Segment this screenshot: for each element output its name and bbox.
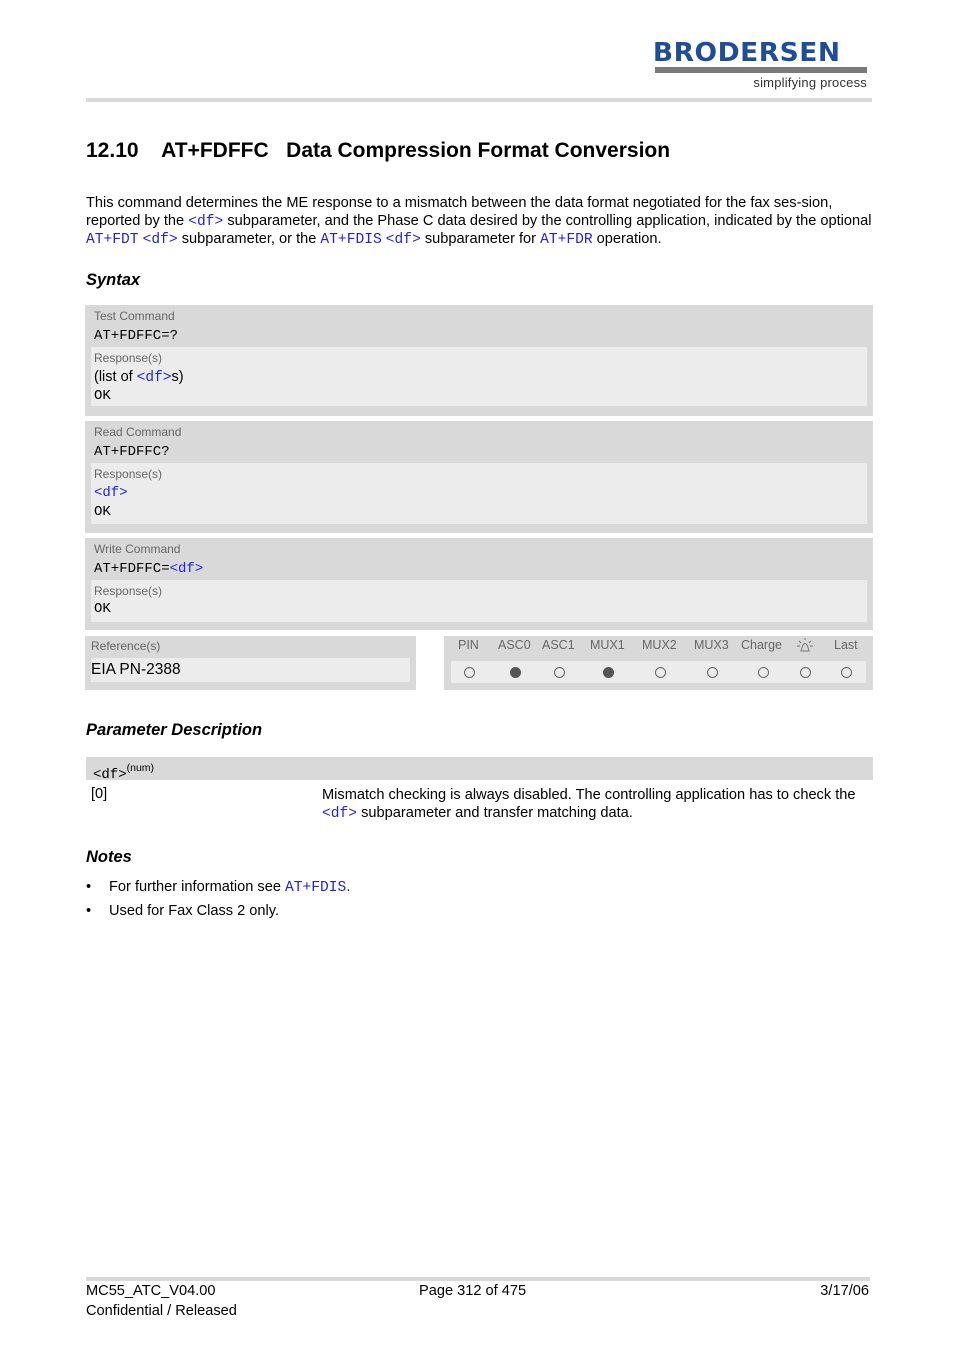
bullet: •	[86, 879, 92, 895]
read-command-box: Read Command AT+FDFFC? Response(s) <df> …	[85, 421, 873, 533]
alarm-clock-icon	[795, 637, 815, 657]
response-text: (list of	[94, 369, 137, 385]
header-pin: PIN	[458, 638, 479, 652]
header-mux1: MUX1	[590, 638, 625, 652]
df-link[interactable]: <df>	[94, 485, 128, 501]
availability-dot-alarm	[799, 667, 811, 678]
header-mux3: MUX3	[694, 638, 729, 652]
footer-date: 3/17/06	[820, 1283, 869, 1299]
availability-dot-mux1	[602, 667, 614, 678]
df-link[interactable]: <df>	[137, 370, 172, 386]
brodersen-logo: BRODERSEN simplifying process	[652, 38, 867, 90]
section-number: 12.10	[86, 139, 139, 162]
intro-text: subparameter for	[420, 231, 541, 247]
df-link[interactable]: <df>	[143, 232, 178, 248]
section-name: Data Compression Format Conversion	[286, 139, 671, 162]
header-asc0: ASC0	[498, 638, 531, 652]
description-text: Mismatch checking is always disabled. Th…	[322, 787, 856, 803]
write-command-box: Write Command AT+FDFFC=<df> Response(s) …	[85, 538, 873, 630]
bullet: •	[86, 903, 92, 919]
parameter-type: (num)	[126, 762, 155, 774]
note-text: .	[346, 879, 351, 895]
df-link[interactable]: <df>	[322, 806, 357, 822]
availability-dot-mux2	[654, 667, 666, 678]
response-label: Response(s)	[94, 351, 163, 365]
df-link[interactable]: <df>	[386, 232, 421, 248]
response-label: Response(s)	[94, 584, 163, 598]
response-label: Response(s)	[94, 467, 163, 481]
test-command-box: Test Command AT+FDFFC=? Response(s) (lis…	[85, 305, 873, 416]
write-response-box: Response(s) OK	[91, 580, 867, 622]
parameter-header: <df>(num)	[86, 757, 873, 783]
df-link[interactable]: <df>	[170, 561, 204, 577]
df-link[interactable]: <df>	[188, 214, 223, 230]
response-ok: OK	[94, 388, 111, 404]
test-command: AT+FDFFC=?	[94, 328, 179, 344]
test-response-line: (list of <df>s)	[94, 367, 864, 387]
intro-text: subparameter, or the	[177, 231, 321, 247]
parameter-description-heading: Parameter Description	[86, 721, 263, 739]
note-item: • For further information see AT+FDIS.	[86, 879, 350, 896]
response-ok: OK	[94, 504, 111, 520]
availability-dot-asc1	[553, 667, 565, 678]
intro-paragraph: This command determines the ME response …	[86, 195, 872, 250]
read-response-box: Response(s) <df> OK	[91, 463, 867, 524]
header-divider	[86, 98, 872, 102]
header-charge: Charge	[741, 638, 782, 652]
test-response-box: Response(s) (list of <df>s) OK	[91, 347, 867, 406]
availability-dot-pin	[463, 667, 475, 678]
footer-divider	[86, 1277, 870, 1281]
header-last: Last	[834, 638, 858, 652]
intro-text: operation.	[592, 231, 662, 247]
header-mux2: MUX2	[642, 638, 677, 652]
availability-dot-last	[840, 667, 852, 678]
response-text: s)	[171, 369, 184, 385]
intro-text: subparameter, and the Phase C data desir…	[223, 212, 872, 229]
footer-status: Confidential / Released	[86, 1303, 237, 1319]
write-command-label: Write Command	[94, 542, 181, 556]
read-command-label: Read Command	[94, 425, 182, 439]
parameter-name: <df>	[93, 767, 127, 783]
notes-heading: Notes	[86, 848, 132, 866]
read-command: AT+FDFFC?	[94, 444, 170, 460]
logo-tagline: simplifying process	[753, 75, 867, 90]
at-fdis-link[interactable]: AT+FDIS	[285, 880, 346, 896]
reference-value: EIA PN-2388	[91, 658, 410, 682]
footer-page-number: Page 312 of 475	[419, 1283, 527, 1299]
at-fdt-link[interactable]: AT+FDT	[86, 232, 139, 248]
section-title: 12.10 AT+FDFFC Data Compression Format C…	[86, 139, 670, 163]
at-fdr-link[interactable]: AT+FDR	[540, 232, 593, 248]
read-response-line: <df>	[94, 483, 864, 503]
note-item: • Used for Fax Class 2 only.	[86, 903, 279, 919]
availability-dot-asc0	[509, 667, 521, 678]
availability-dot-mux3	[706, 667, 718, 678]
availability-row	[451, 661, 866, 683]
note-text: Used for Fax Class 2 only.	[109, 903, 280, 919]
section-command: AT+FDFFC	[161, 139, 269, 162]
logo-brand: BRODERSEN	[652, 38, 841, 68]
reference-box: Reference(s) EIA PN-2388	[85, 636, 416, 690]
at-fdis-link[interactable]: AT+FDIS	[320, 232, 381, 248]
note-text: For further information see	[109, 879, 286, 895]
test-command-label: Test Command	[94, 309, 175, 323]
reference-label: Reference(s)	[91, 639, 161, 653]
parameter-value-description: Mismatch checking is always disabled. Th…	[322, 786, 874, 823]
description-text: subparameter and transfer matching data.	[357, 805, 633, 821]
write-command-text: AT+FDFFC=	[94, 561, 170, 577]
write-command: AT+FDFFC=<df>	[85, 558, 873, 580]
syntax-heading: Syntax	[86, 271, 141, 289]
availability-dot-charge	[757, 667, 769, 678]
parameter-value: [0]	[91, 786, 108, 802]
response-ok: OK	[94, 601, 111, 617]
header-asc1: ASC1	[542, 638, 575, 652]
interface-availability-table: PIN ASC0 ASC1 MUX1 MUX2 MUX3 Charge Last	[444, 636, 873, 690]
footer-doc-id: MC55_ATC_V04.00	[86, 1283, 216, 1299]
